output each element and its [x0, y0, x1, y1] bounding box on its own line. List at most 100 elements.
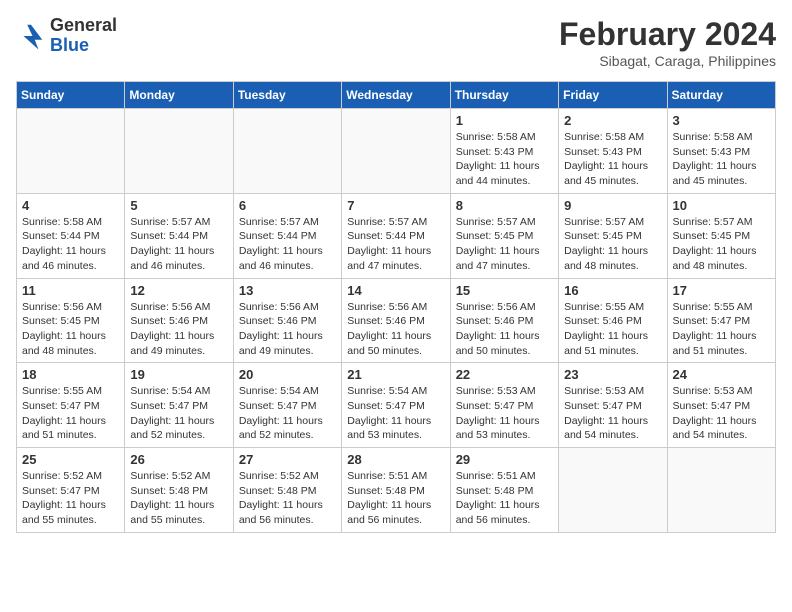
calendar-cell: 2 Sunrise: 5:58 AM Sunset: 5:43 PM Daylig…	[559, 109, 667, 194]
calendar-cell	[667, 448, 775, 533]
calendar-cell: 20 Sunrise: 5:54 AM Sunset: 5:47 PM Dayli…	[233, 363, 341, 448]
day-number: 2	[564, 113, 661, 128]
day-info: Sunrise: 5:57 AM Sunset: 5:44 PM Dayligh…	[347, 215, 444, 274]
day-info: Sunrise: 5:56 AM Sunset: 5:46 PM Dayligh…	[456, 300, 553, 359]
day-info: Sunrise: 5:55 AM Sunset: 5:47 PM Dayligh…	[22, 384, 119, 443]
day-number: 26	[130, 452, 227, 467]
day-number: 16	[564, 283, 661, 298]
calendar-cell: 12 Sunrise: 5:56 AM Sunset: 5:46 PM Dayli…	[125, 278, 233, 363]
day-number: 8	[456, 198, 553, 213]
day-number: 25	[22, 452, 119, 467]
day-info: Sunrise: 5:58 AM Sunset: 5:43 PM Dayligh…	[673, 130, 770, 189]
day-number: 17	[673, 283, 770, 298]
calendar-cell: 25 Sunrise: 5:52 AM Sunset: 5:47 PM Dayli…	[17, 448, 125, 533]
calendar-cell: 23 Sunrise: 5:53 AM Sunset: 5:47 PM Dayli…	[559, 363, 667, 448]
calendar-cell: 17 Sunrise: 5:55 AM Sunset: 5:47 PM Dayli…	[667, 278, 775, 363]
day-number: 28	[347, 452, 444, 467]
calendar-cell: 11 Sunrise: 5:56 AM Sunset: 5:45 PM Dayli…	[17, 278, 125, 363]
day-info: Sunrise: 5:56 AM Sunset: 5:46 PM Dayligh…	[347, 300, 444, 359]
day-info: Sunrise: 5:56 AM Sunset: 5:46 PM Dayligh…	[239, 300, 336, 359]
day-info: Sunrise: 5:57 AM Sunset: 5:44 PM Dayligh…	[239, 215, 336, 274]
calendar-cell: 26 Sunrise: 5:52 AM Sunset: 5:48 PM Dayli…	[125, 448, 233, 533]
calendar-cell: 14 Sunrise: 5:56 AM Sunset: 5:46 PM Dayli…	[342, 278, 450, 363]
day-info: Sunrise: 5:56 AM Sunset: 5:45 PM Dayligh…	[22, 300, 119, 359]
calendar-cell: 1 Sunrise: 5:58 AM Sunset: 5:43 PM Daylig…	[450, 109, 558, 194]
title-block: February 2024 Sibagat, Caraga, Philippin…	[559, 16, 776, 69]
calendar-cell: 6 Sunrise: 5:57 AM Sunset: 5:44 PM Daylig…	[233, 193, 341, 278]
day-info: Sunrise: 5:58 AM Sunset: 5:44 PM Dayligh…	[22, 215, 119, 274]
calendar-cell: 3 Sunrise: 5:58 AM Sunset: 5:43 PM Daylig…	[667, 109, 775, 194]
calendar-cell: 15 Sunrise: 5:56 AM Sunset: 5:46 PM Dayli…	[450, 278, 558, 363]
calendar-table: SundayMondayTuesdayWednesdayThursdayFrid…	[16, 81, 776, 533]
weekday-header-thursday: Thursday	[450, 82, 558, 109]
day-number: 4	[22, 198, 119, 213]
day-number: 27	[239, 452, 336, 467]
week-row-1: 1 Sunrise: 5:58 AM Sunset: 5:43 PM Daylig…	[17, 109, 776, 194]
calendar-cell: 28 Sunrise: 5:51 AM Sunset: 5:48 PM Dayli…	[342, 448, 450, 533]
location: Sibagat, Caraga, Philippines	[559, 53, 776, 69]
day-number: 23	[564, 367, 661, 382]
calendar-cell: 18 Sunrise: 5:55 AM Sunset: 5:47 PM Dayli…	[17, 363, 125, 448]
calendar-cell: 27 Sunrise: 5:52 AM Sunset: 5:48 PM Dayli…	[233, 448, 341, 533]
day-number: 22	[456, 367, 553, 382]
day-number: 6	[239, 198, 336, 213]
calendar-cell: 16Sunrise: 5:55 AM Sunset: 5:46 PM Dayli…	[559, 278, 667, 363]
calendar-cell: 7Sunrise: 5:57 AM Sunset: 5:44 PM Daylig…	[342, 193, 450, 278]
day-info: Sunrise: 5:57 AM Sunset: 5:45 PM Dayligh…	[456, 215, 553, 274]
weekday-header-friday: Friday	[559, 82, 667, 109]
day-number: 5	[130, 198, 227, 213]
calendar-cell: 4 Sunrise: 5:58 AM Sunset: 5:44 PM Daylig…	[17, 193, 125, 278]
calendar-cell	[559, 448, 667, 533]
day-info: Sunrise: 5:53 AM Sunset: 5:47 PM Dayligh…	[673, 384, 770, 443]
day-number: 14	[347, 283, 444, 298]
day-number: 18	[22, 367, 119, 382]
day-info: Sunrise: 5:56 AM Sunset: 5:46 PM Dayligh…	[130, 300, 227, 359]
day-info: Sunrise: 5:52 AM Sunset: 5:47 PM Dayligh…	[22, 469, 119, 528]
calendar-cell: 21Sunrise: 5:54 AM Sunset: 5:47 PM Dayli…	[342, 363, 450, 448]
day-info: Sunrise: 5:52 AM Sunset: 5:48 PM Dayligh…	[239, 469, 336, 528]
day-number: 19	[130, 367, 227, 382]
calendar-cell	[125, 109, 233, 194]
page-header: General Blue February 2024 Sibagat, Cara…	[16, 16, 776, 69]
week-row-5: 25 Sunrise: 5:52 AM Sunset: 5:47 PM Dayli…	[17, 448, 776, 533]
weekday-header-monday: Monday	[125, 82, 233, 109]
weekday-header-row: SundayMondayTuesdayWednesdayThursdayFrid…	[17, 82, 776, 109]
day-info: Sunrise: 5:51 AM Sunset: 5:48 PM Dayligh…	[347, 469, 444, 528]
day-info: Sunrise: 5:54 AM Sunset: 5:47 PM Dayligh…	[239, 384, 336, 443]
calendar-cell: 10 Sunrise: 5:57 AM Sunset: 5:45 PM Dayli…	[667, 193, 775, 278]
day-number: 12	[130, 283, 227, 298]
week-row-4: 18 Sunrise: 5:55 AM Sunset: 5:47 PM Dayli…	[17, 363, 776, 448]
day-number: 11	[22, 283, 119, 298]
day-info: Sunrise: 5:53 AM Sunset: 5:47 PM Dayligh…	[564, 384, 661, 443]
calendar-cell: 9Sunrise: 5:57 AM Sunset: 5:45 PM Daylig…	[559, 193, 667, 278]
day-number: 10	[673, 198, 770, 213]
logo: General Blue	[16, 16, 117, 56]
logo-icon	[16, 21, 46, 51]
calendar-cell: 29Sunrise: 5:51 AM Sunset: 5:48 PM Dayli…	[450, 448, 558, 533]
day-info: Sunrise: 5:54 AM Sunset: 5:47 PM Dayligh…	[130, 384, 227, 443]
weekday-header-saturday: Saturday	[667, 82, 775, 109]
day-number: 20	[239, 367, 336, 382]
logo-text: General Blue	[50, 16, 117, 56]
day-info: Sunrise: 5:52 AM Sunset: 5:48 PM Dayligh…	[130, 469, 227, 528]
day-number: 24	[673, 367, 770, 382]
day-number: 1	[456, 113, 553, 128]
calendar-cell: 22Sunrise: 5:53 AM Sunset: 5:47 PM Dayli…	[450, 363, 558, 448]
day-number: 13	[239, 283, 336, 298]
calendar-cell	[17, 109, 125, 194]
weekday-header-tuesday: Tuesday	[233, 82, 341, 109]
day-info: Sunrise: 5:55 AM Sunset: 5:47 PM Dayligh…	[673, 300, 770, 359]
day-info: Sunrise: 5:58 AM Sunset: 5:43 PM Dayligh…	[564, 130, 661, 189]
day-number: 15	[456, 283, 553, 298]
calendar-cell: 13 Sunrise: 5:56 AM Sunset: 5:46 PM Dayli…	[233, 278, 341, 363]
calendar-cell: 5Sunrise: 5:57 AM Sunset: 5:44 PM Daylig…	[125, 193, 233, 278]
day-info: Sunrise: 5:58 AM Sunset: 5:43 PM Dayligh…	[456, 130, 553, 189]
calendar-cell: 24 Sunrise: 5:53 AM Sunset: 5:47 PM Dayli…	[667, 363, 775, 448]
day-number: 21	[347, 367, 444, 382]
day-number: 3	[673, 113, 770, 128]
week-row-2: 4 Sunrise: 5:58 AM Sunset: 5:44 PM Daylig…	[17, 193, 776, 278]
day-number: 29	[456, 452, 553, 467]
month-year: February 2024	[559, 16, 776, 53]
week-row-3: 11 Sunrise: 5:56 AM Sunset: 5:45 PM Dayli…	[17, 278, 776, 363]
day-info: Sunrise: 5:57 AM Sunset: 5:45 PM Dayligh…	[673, 215, 770, 274]
